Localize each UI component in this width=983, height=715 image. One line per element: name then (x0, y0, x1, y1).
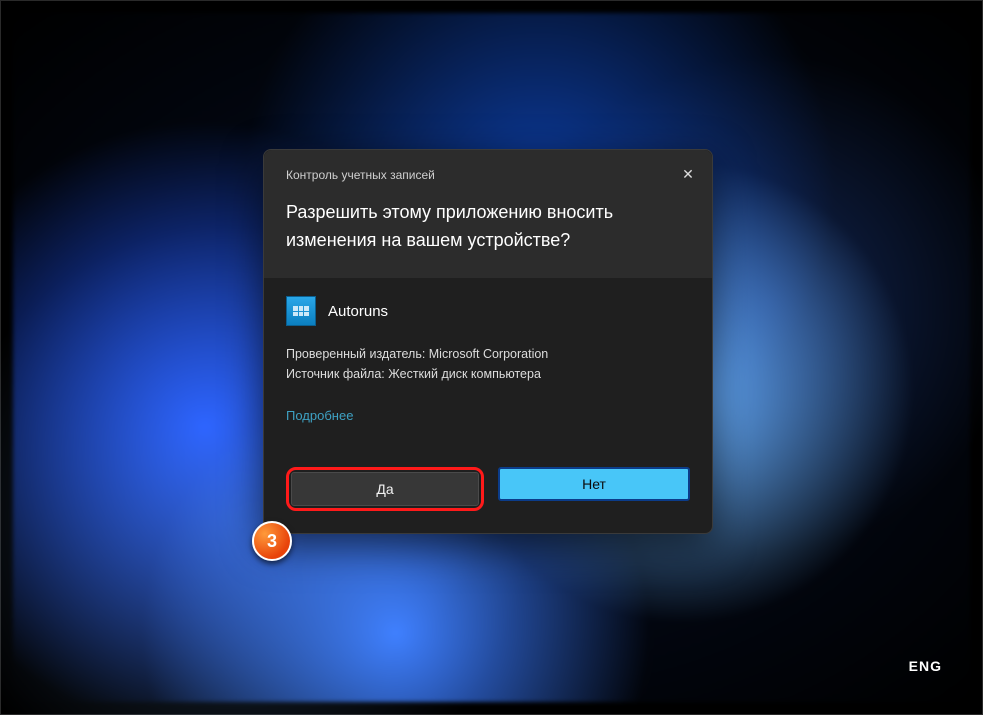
uac-question: Разрешить этому приложению вносить измен… (286, 198, 690, 270)
app-row: Autoruns (286, 296, 690, 326)
yes-button[interactable]: Да (291, 472, 479, 506)
uac-header: Контроль учетных записей ✕ Разрешить это… (264, 150, 712, 278)
uac-footer: Да Нет (264, 449, 712, 533)
uac-body: Autoruns Проверенный издатель: Microsoft… (264, 278, 712, 449)
uac-dialog: Контроль учетных записей ✕ Разрешить это… (263, 149, 713, 534)
source-line: Источник файла: Жесткий диск компьютера (286, 364, 690, 384)
app-icon (286, 296, 316, 326)
annotation-step-badge: 3 (252, 521, 292, 561)
annotation-highlight: Да (286, 467, 484, 511)
show-details-link[interactable]: Подробнее (286, 408, 353, 423)
close-icon: ✕ (682, 166, 694, 183)
language-indicator[interactable]: ENG (909, 658, 942, 674)
uac-title: Контроль учетных записей (286, 168, 690, 182)
close-button[interactable]: ✕ (674, 160, 702, 188)
publisher-line: Проверенный издатель: Microsoft Corporat… (286, 344, 690, 364)
app-name: Autoruns (328, 303, 388, 320)
desktop-screenshot: Контроль учетных записей ✕ Разрешить это… (0, 0, 983, 715)
no-button[interactable]: Нет (498, 467, 690, 501)
